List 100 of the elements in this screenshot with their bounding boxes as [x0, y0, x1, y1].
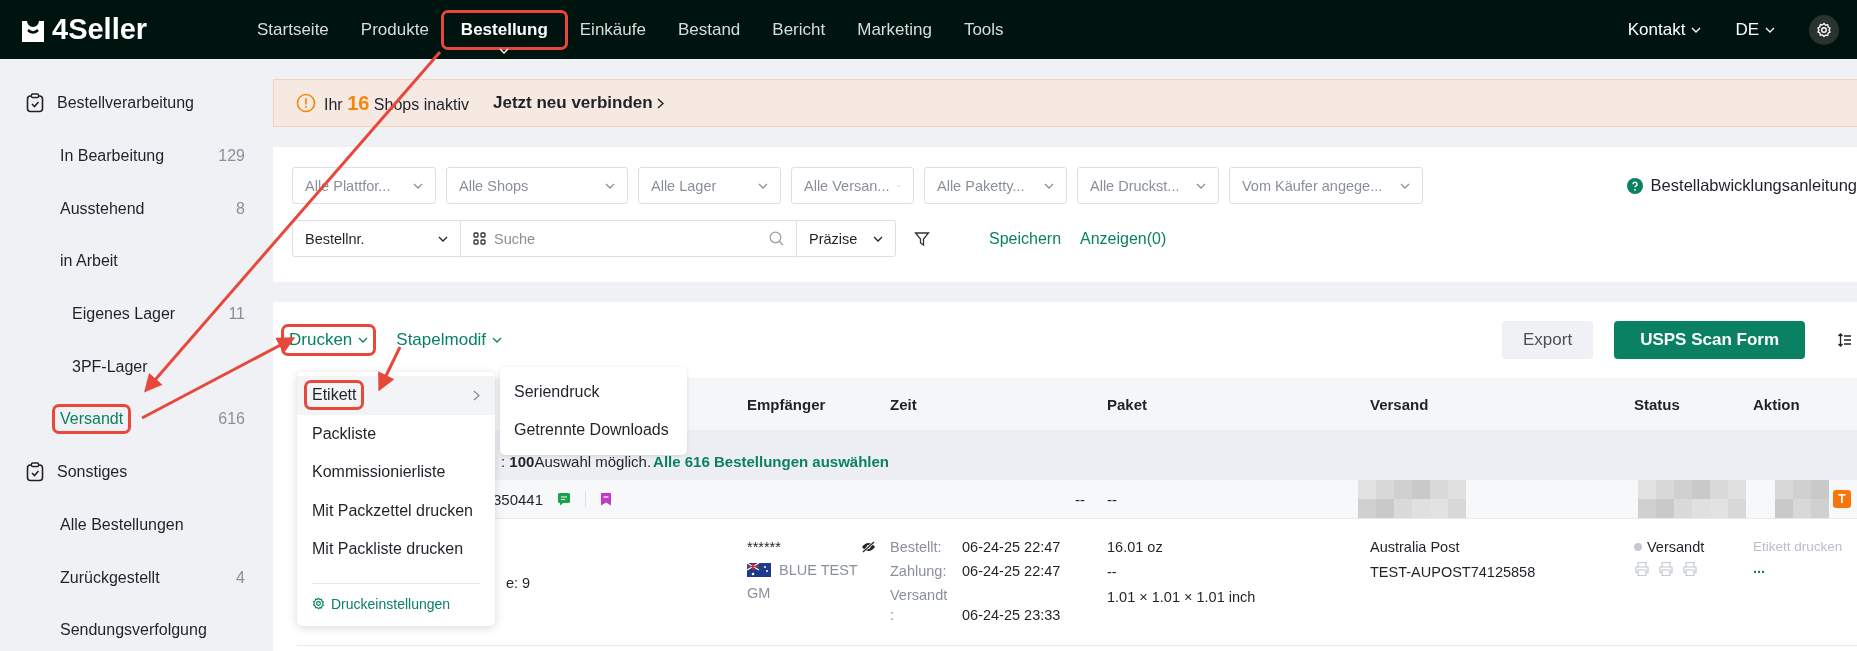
- count: 129: [218, 147, 245, 166]
- tag-badge: T: [1833, 490, 1851, 508]
- field-select[interactable]: Bestellnr.: [292, 220, 461, 257]
- partial-text: e: 9: [506, 575, 531, 591]
- column-header: Status: [1634, 395, 1681, 413]
- recipient-country: GM: [747, 585, 772, 601]
- time-value: 06-24-25 23:33: [962, 607, 1062, 623]
- chevron-down-icon: [605, 182, 615, 189]
- column-header: Zeit: [890, 395, 918, 413]
- time-value: 06-24-25 22:47: [962, 539, 1062, 555]
- language-menu[interactable]: DE: [1735, 19, 1775, 40]
- export-button[interactable]: Export: [1502, 321, 1594, 359]
- print-menu-button[interactable]: Drucken: [285, 328, 373, 352]
- recipient-name: ******: [747, 539, 781, 555]
- order-number: 350441: [493, 490, 544, 508]
- count: 11: [228, 305, 245, 324]
- settings-icon: [312, 597, 325, 610]
- sidebar-item[interactable]: Zurückgestellt 4: [0, 551, 272, 604]
- grid-icon: [473, 232, 486, 245]
- menu-item[interactable]: Kommissionierliste: [297, 453, 495, 492]
- bookmark-icon[interactable]: [600, 492, 613, 506]
- nav-tab[interactable]: Marketing: [841, 13, 948, 46]
- scan-form-button[interactable]: USPS Scan Form: [1614, 321, 1805, 359]
- nav-tab[interactable]: Einkäufe: [563, 13, 662, 46]
- count: 616: [218, 410, 245, 429]
- filter-icon[interactable]: [914, 230, 930, 247]
- sidebar-item[interactable]: Sendungsverfolgung: [0, 603, 272, 651]
- chat-icon[interactable]: [557, 492, 572, 506]
- nav-tab[interactable]: Bericht: [756, 13, 842, 46]
- sidebar-item[interactable]: Alle Bestellungen: [0, 498, 272, 552]
- package-info: --: [1107, 564, 1118, 580]
- nav-tab[interactable]: Bestellung: [444, 13, 564, 46]
- sidebar-item[interactable]: In Bearbeitung 129: [0, 129, 272, 183]
- nav-tab[interactable]: Tools: [947, 13, 1020, 46]
- guide-link[interactable]: Bestellabwicklungsanleitung: [1650, 176, 1857, 195]
- count: 8: [236, 199, 245, 218]
- eye-slash-icon[interactable]: [861, 541, 876, 553]
- sidebar-group-title: Sonstiges: [57, 463, 128, 482]
- clipboard-icon: [26, 93, 44, 114]
- chevron-down-icon: [1691, 26, 1702, 33]
- chevron-down-icon: [413, 182, 423, 189]
- package-info: 16.01 oz: [1107, 539, 1164, 555]
- sidebar-item[interactable]: Eigenes Lager 11: [0, 287, 272, 341]
- status-dot: [1634, 543, 1642, 551]
- show-link[interactable]: Anzeigen(0): [1080, 229, 1167, 248]
- chevron-down-icon: [758, 182, 768, 189]
- menu-item[interactable]: Etikett: [297, 376, 495, 415]
- clipboard-icon: [26, 462, 44, 483]
- settings-button[interactable]: [1809, 14, 1839, 45]
- menu-item[interactable]: Mit Packliste drucken: [297, 530, 495, 569]
- package-cell-text: --: [1107, 490, 1118, 508]
- menu-item[interactable]: Seriendruck: [500, 373, 687, 411]
- menu-item[interactable]: Packliste: [297, 414, 495, 453]
- time-label: Bestellt:: [890, 539, 943, 555]
- selection-note: : 100Auswahl möglich.: [501, 452, 652, 470]
- chevron-down-icon: [1044, 182, 1054, 189]
- help-icon[interactable]: [1626, 177, 1643, 194]
- time-cell-text: --: [1074, 490, 1086, 508]
- nav-tab[interactable]: Produkte: [344, 13, 445, 46]
- chevron-down-icon: [358, 337, 369, 343]
- chevron-down-icon: [1196, 182, 1206, 189]
- nav-tab[interactable]: Bestand: [661, 13, 757, 46]
- menu-item[interactable]: Getrennte Downloads: [500, 411, 687, 449]
- sidebar-group-title: Bestellverarbeitung: [57, 94, 194, 113]
- count: 4: [236, 568, 245, 587]
- column-header: Paket: [1107, 395, 1149, 413]
- time-value: 06-24-25 22:47: [962, 563, 1062, 579]
- save-link[interactable]: Speichern: [989, 229, 1062, 248]
- sidebar-item[interactable]: Versandt 616: [0, 393, 272, 446]
- print-settings-link[interactable]: Druckeinstellungen: [297, 583, 495, 626]
- logo-text: 4Seller: [52, 13, 148, 46]
- column-header: Versand: [1370, 395, 1430, 413]
- recipient-label: BLUE TEST: [779, 562, 858, 578]
- time-label: Versandt: [890, 587, 949, 603]
- reconnect-link[interactable]: Jetzt neu verbinden: [493, 93, 664, 113]
- chevron-down-icon: [873, 235, 883, 242]
- sidebar-item[interactable]: 3PF-Lager: [0, 340, 272, 394]
- chevron-down-icon: [492, 337, 503, 343]
- shipping-info: Australia Post: [1370, 539, 1461, 555]
- status-label: Versandt: [1647, 539, 1705, 555]
- nav-tab[interactable]: Startseite: [241, 13, 345, 46]
- batch-edit-button[interactable]: Stapelmodif: [392, 328, 507, 352]
- shipping-info: TEST-AUPOST74125858: [1370, 564, 1537, 580]
- time-label: :: [890, 607, 896, 623]
- column-header: Aktion: [1753, 395, 1801, 413]
- menu-item[interactable]: Mit Packzettel drucken: [297, 491, 495, 530]
- contact-menu[interactable]: Kontakt: [1627, 19, 1702, 40]
- search-field[interactable]: Suche: [461, 220, 796, 257]
- sidebar-item[interactable]: in Arbeit: [0, 235, 272, 288]
- flag-icon: [747, 563, 771, 577]
- chevron-right-icon: [656, 97, 664, 109]
- chevron-down-icon: [1765, 26, 1775, 33]
- chevron-down-icon: [499, 47, 510, 54]
- sidebar-item[interactable]: Ausstehend 8: [0, 182, 272, 236]
- row-height-icon[interactable]: [1838, 333, 1851, 347]
- settings-icon: [1816, 21, 1832, 38]
- search-icon: [769, 231, 784, 246]
- mode-select[interactable]: Präzise: [796, 220, 896, 257]
- column-header: Empfänger: [747, 395, 827, 413]
- select-all-link[interactable]: Alle 616 Bestellungen auswählen: [653, 452, 889, 470]
